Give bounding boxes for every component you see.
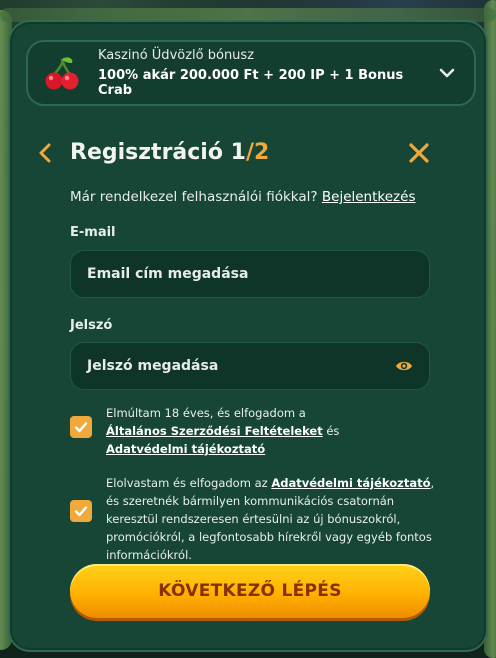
login-prompt: Már rendelkezel felhasználói fiókkal? Be… bbox=[70, 189, 415, 205]
password-placeholder: Jelszó megadása bbox=[87, 358, 219, 374]
password-label: Jelszó bbox=[70, 318, 113, 333]
terms-link[interactable]: Általános Szerződési Feltételeket bbox=[106, 424, 323, 438]
title-step-total: /2 bbox=[245, 140, 270, 165]
next-step-button[interactable]: KÖVETKEZŐ LÉPÉS bbox=[70, 564, 430, 618]
marketing-checkbox[interactable] bbox=[70, 500, 92, 522]
close-icon[interactable] bbox=[408, 142, 430, 164]
privacy-link-marketing[interactable]: Adatvédelmi tájékoztató bbox=[271, 476, 430, 490]
bonus-title: Kaszinó Üdvözlő bónusz bbox=[98, 48, 255, 63]
registration-panel: Kaszinó Üdvözlő bónusz 100% akár 200.000… bbox=[8, 20, 488, 652]
marketing-intro: Elolvastam és elfogadom az bbox=[106, 476, 268, 490]
login-link[interactable]: Bejelentkezés bbox=[322, 189, 416, 205]
checkmark-icon bbox=[74, 422, 88, 433]
age-terms-checkbox[interactable] bbox=[70, 416, 92, 438]
title-step: Regisztráció 1 bbox=[70, 140, 246, 165]
cherry-icon bbox=[45, 57, 79, 90]
page-title: Regisztráció 1/2 bbox=[70, 140, 269, 165]
login-question: Már rendelkezel felhasználói fiókkal? bbox=[70, 189, 318, 205]
checkmark-icon bbox=[74, 506, 88, 517]
age-terms-consent: Elmúltam 18 éves, és elfogadom a Általán… bbox=[70, 404, 396, 458]
welcome-bonus-selector[interactable]: Kaszinó Üdvözlő bónusz 100% akár 200.000… bbox=[26, 40, 476, 106]
bonus-detail: 100% akár 200.000 Ft + 200 IP + 1 Bonus … bbox=[98, 68, 404, 98]
email-field[interactable]: Email cím megadása bbox=[70, 250, 430, 298]
marketing-text: Elolvastam és elfogadom az Adatvédelmi t… bbox=[106, 474, 436, 564]
eye-icon[interactable] bbox=[395, 359, 413, 373]
age-terms-intro: Elmúltam 18 éves, és elfogadom a bbox=[106, 406, 306, 420]
age-terms-text: Elmúltam 18 éves, és elfogadom a Általán… bbox=[106, 404, 396, 458]
registration-header: Regisztráció 1/2 bbox=[10, 140, 486, 170]
chevron-down-icon[interactable] bbox=[438, 64, 456, 82]
password-field[interactable]: Jelszó megadása bbox=[70, 342, 430, 390]
email-label: E-mail bbox=[70, 225, 116, 240]
email-placeholder: Email cím megadása bbox=[87, 266, 249, 282]
age-terms-and: és bbox=[326, 424, 340, 438]
marketing-consent: Elolvastam és elfogadom az Adatvédelmi t… bbox=[70, 474, 436, 564]
privacy-link-age[interactable]: Adatvédelmi tájékoztató bbox=[106, 442, 265, 456]
chevron-left-icon[interactable] bbox=[36, 142, 54, 164]
